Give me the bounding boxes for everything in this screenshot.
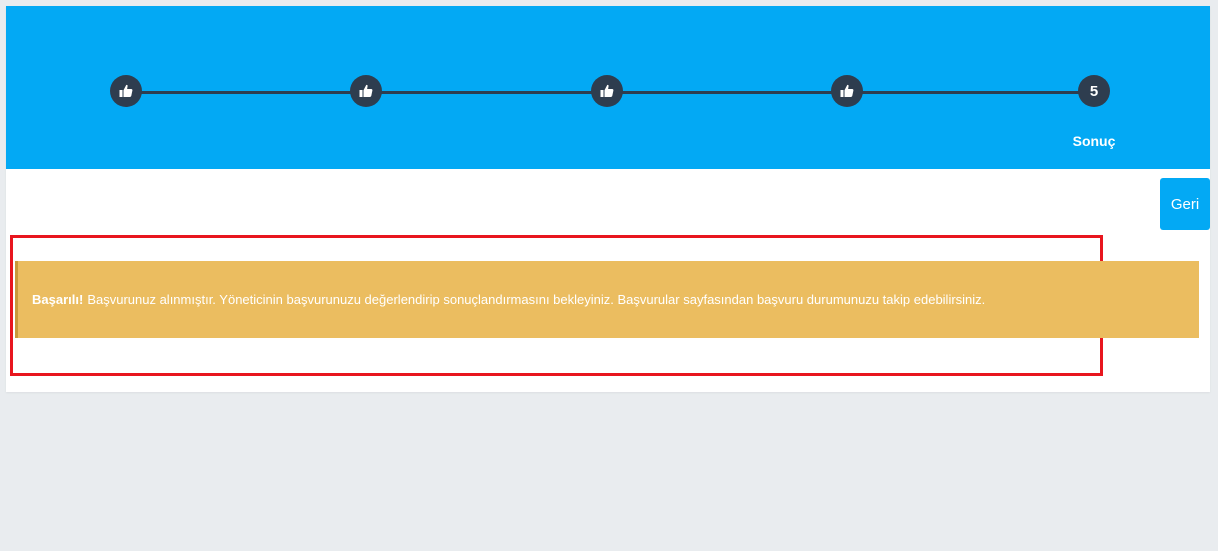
page: 5 Sonuç Geri Başarılı! Başvurunuz alınmı… xyxy=(0,0,1218,551)
thumbs-up-icon xyxy=(600,84,614,97)
alert-title: Başarılı! xyxy=(32,292,84,307)
step-label-sonuc: Sonuç xyxy=(1072,133,1116,149)
back-button[interactable]: Geri xyxy=(1160,178,1210,230)
success-alert: Başarılı! Başvurunuz alınmıştır. Yönetic… xyxy=(15,261,1199,338)
thumbs-up-icon xyxy=(119,84,133,97)
thumbs-up-icon xyxy=(840,84,854,97)
step-5[interactable]: 5 xyxy=(1078,75,1110,107)
thumbs-up-icon xyxy=(359,84,373,97)
step-3[interactable] xyxy=(591,75,623,107)
step-1[interactable] xyxy=(110,75,142,107)
step-number: 5 xyxy=(1089,82,1099,100)
wizard-header: 5 Sonuç xyxy=(6,6,1210,169)
step-2[interactable] xyxy=(350,75,382,107)
alert-message: Başvurunuz alınmıştır. Yöneticinin başvu… xyxy=(87,292,986,307)
step-4[interactable] xyxy=(831,75,863,107)
